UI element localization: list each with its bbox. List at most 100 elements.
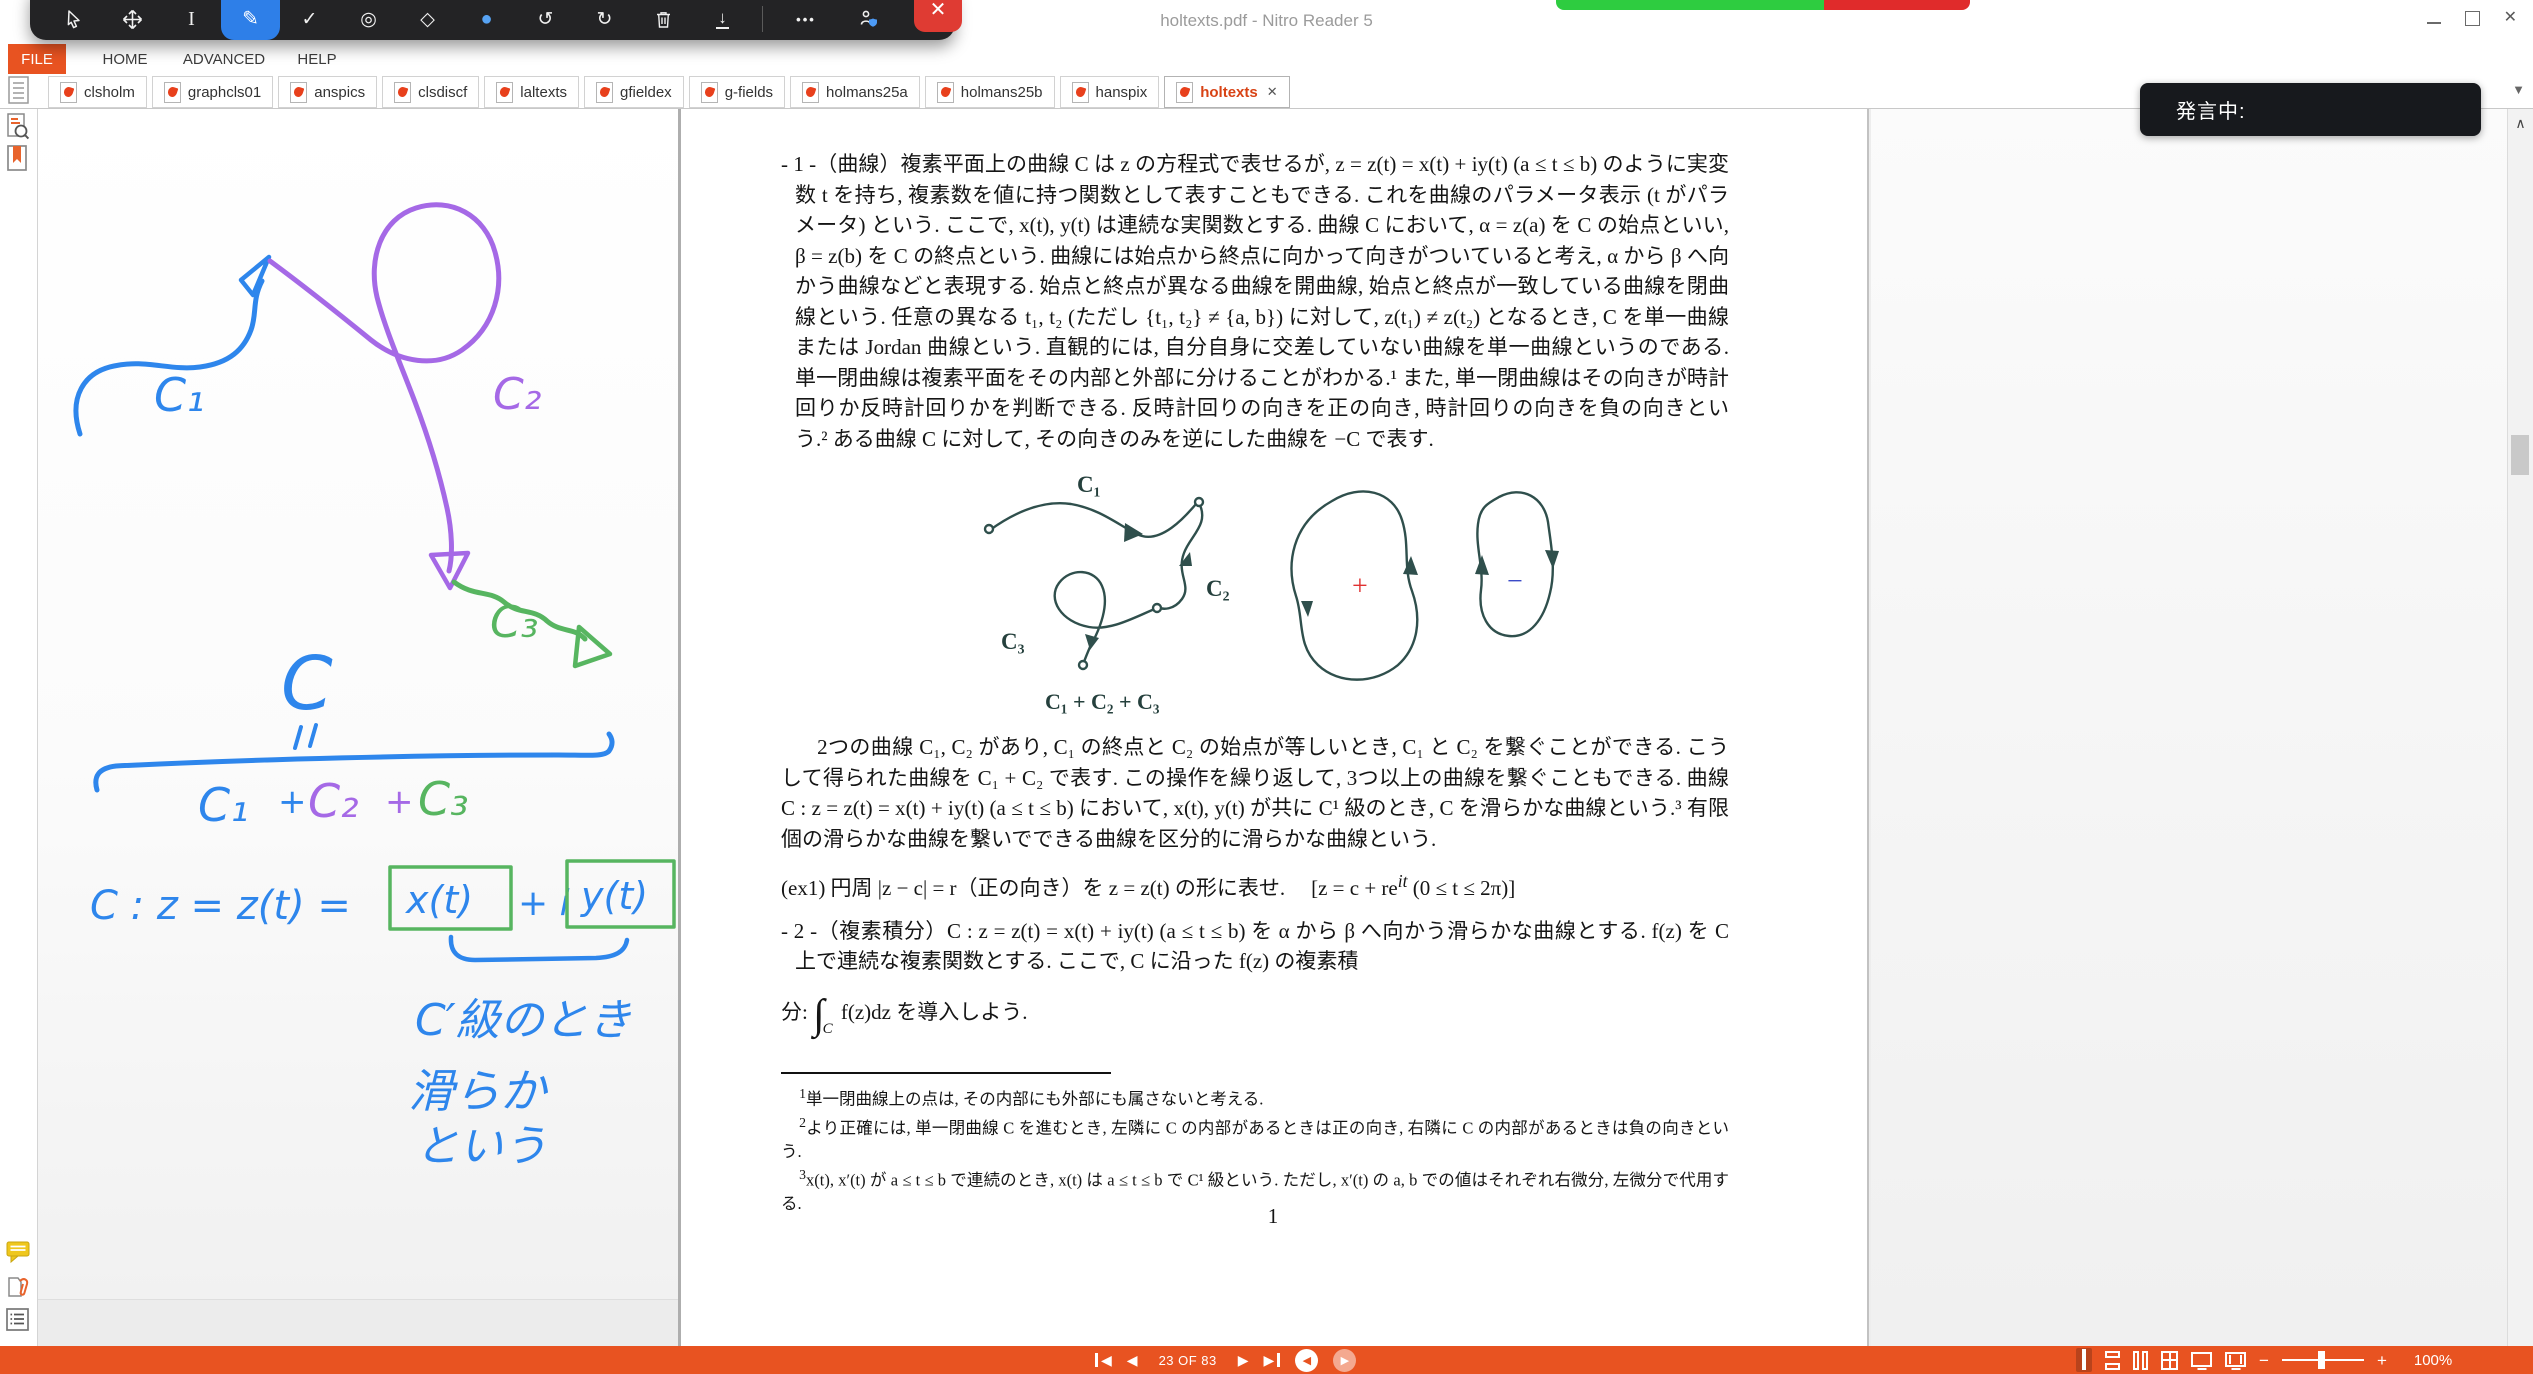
laser-pointer-icon[interactable]: ◎ xyxy=(339,3,398,35)
left-sidebar xyxy=(0,109,38,1346)
continuous-view-button[interactable] xyxy=(2105,1350,2120,1370)
tab-g-fields[interactable]: g-fields xyxy=(688,76,786,108)
blob-arrow-down xyxy=(1301,601,1313,617)
fit-page-button[interactable] xyxy=(2191,1351,2212,1367)
tab-clsdiscf[interactable]: clsdiscf xyxy=(382,76,480,108)
zoom-slider-thumb[interactable] xyxy=(2317,1351,2325,1369)
footnote-rule xyxy=(781,1071,1111,1074)
pdf-file-icon xyxy=(60,81,77,103)
close-button[interactable]: ✕ xyxy=(2504,10,2517,26)
label-formula-plus-i: + i xyxy=(518,883,570,924)
undo-icon[interactable]: ↺ xyxy=(516,3,575,35)
page-number: 1 xyxy=(1267,1204,1279,1228)
redo-icon[interactable]: ↻ xyxy=(575,3,634,35)
figure-caption: C₁ + C₂ + C₃ xyxy=(1045,689,1160,714)
presenter-icon[interactable] xyxy=(839,3,898,35)
list-panel-icon[interactable] xyxy=(6,1308,30,1337)
status-bar: ◀ ◀ 23 OF 83 ▶ ▶ ◀ ▶ − + 100% xyxy=(0,1346,2533,1374)
single-page-icon xyxy=(2082,1349,2086,1370)
label-sum-c1: C₁ xyxy=(198,778,249,832)
eraser-icon[interactable]: ◇ xyxy=(398,3,457,35)
previous-page-button[interactable]: ◀ xyxy=(1127,1353,1138,1367)
figure-arrow-c2 xyxy=(1179,552,1192,566)
whiteboard-canvas[interactable]: C₁ C₂ C₃ C C₁ + C₂ + C₃ C : z = z(t) = x… xyxy=(38,109,678,1299)
menu-help[interactable]: HELP xyxy=(295,44,339,74)
zoom-out-button[interactable]: − xyxy=(2259,1352,2269,1369)
text-tool-icon[interactable]: I xyxy=(162,3,221,35)
tab-clsholm[interactable]: clsholm xyxy=(48,76,147,108)
color-swatch-button[interactable]: ● xyxy=(457,3,516,35)
bookmark-icon[interactable] xyxy=(6,145,30,177)
label-c1: C₁ xyxy=(154,368,205,422)
tab-graphcls01[interactable]: graphcls01 xyxy=(151,76,274,108)
view-single-page-button[interactable] xyxy=(2076,1348,2092,1372)
pdf-file-icon xyxy=(290,81,308,103)
blob2-arrow-down xyxy=(1545,550,1559,569)
endpoint xyxy=(1193,496,1205,508)
facing-pages-button[interactable] xyxy=(2133,1350,2148,1370)
vertical-scrollbar[interactable]: ∧ xyxy=(2507,109,2533,1346)
integral-line: 分: ∫C f(z)dz を導入しよう. xyxy=(781,991,1028,1038)
menu-home[interactable]: HOME xyxy=(99,44,151,74)
tab-anspics[interactable]: anspics xyxy=(278,76,378,108)
figure-label-c1: C₁ xyxy=(1077,472,1101,497)
minimize-button[interactable] xyxy=(2426,22,2441,24)
screenshare-active-bar xyxy=(1556,0,1824,10)
screenshare-indicator xyxy=(1556,0,1970,10)
menu-advanced[interactable]: ADVANCED xyxy=(176,44,272,74)
note-called: という xyxy=(415,1121,547,1172)
check-tool-icon[interactable]: ✓ xyxy=(280,3,339,35)
label-sum-plus2: + xyxy=(385,782,414,822)
pdf-file-icon xyxy=(936,81,954,103)
label-sum-c3: C₃ xyxy=(418,772,469,826)
first-page-button[interactable]: ◀ xyxy=(1095,1353,1112,1367)
pdf-file-icon xyxy=(1071,81,1089,103)
more-options-icon[interactable]: ••• xyxy=(773,3,839,35)
speaking-indicator: 発言中: xyxy=(2140,83,2481,136)
stroke-arrowhead-c3 xyxy=(572,624,613,669)
select-tool-icon[interactable] xyxy=(44,3,103,35)
tab-hanspix[interactable]: hanspix xyxy=(1059,76,1160,108)
zoom-level[interactable]: 100% xyxy=(2414,1352,2452,1369)
grid-view-button[interactable] xyxy=(2161,1350,2178,1370)
pdf-file-icon xyxy=(700,81,718,103)
document-text: - 1 -（曲線）複素平面上の曲線 C は z の方程式で表せるが, z = z… xyxy=(781,149,1729,1216)
zoom-slider[interactable] xyxy=(2281,1351,2364,1369)
comment-icon[interactable] xyxy=(6,1240,32,1269)
tab-holmans25a[interactable]: holmans25a xyxy=(790,76,920,108)
maximize-button[interactable] xyxy=(2464,10,2480,26)
tab-overflow-chevron-icon[interactable]: ▼ xyxy=(2512,82,2525,97)
paragraph-joining-curves: 2つの曲線 C₁, C₂ があり, C₁ の終点と C₂ の始点が等しいとき, … xyxy=(781,735,1729,851)
tab-close-icon[interactable]: ✕ xyxy=(1267,84,1278,100)
move-tool-icon[interactable] xyxy=(103,3,162,35)
tab-holtexts[interactable]: holtexts ✕ xyxy=(1164,76,1290,108)
page-preview-icon[interactable] xyxy=(6,113,32,146)
page-navigation: ◀ ◀ 23 OF 83 ▶ ▶ ◀ ▶ xyxy=(1095,1346,1357,1374)
page-thumbnails-icon[interactable] xyxy=(8,76,29,109)
menu-file[interactable]: FILE xyxy=(8,44,66,74)
tab-gfieldex[interactable]: gfieldex xyxy=(583,76,684,108)
pdf-file-icon xyxy=(802,81,820,103)
fit-width-button[interactable] xyxy=(2225,1351,2246,1367)
history-back-button[interactable]: ◀ xyxy=(1295,1348,1319,1372)
stroke-ditto-marks xyxy=(293,723,318,750)
last-page-button[interactable]: ▶ xyxy=(1264,1353,1281,1367)
label-formula-lhs: C : z = z(t) = xyxy=(90,883,351,929)
next-page-button[interactable]: ▶ xyxy=(1238,1353,1249,1367)
zoom-in-button[interactable]: + xyxy=(2377,1352,2387,1369)
pdf-file-icon xyxy=(163,81,181,103)
pen-tool-button[interactable]: ✎ xyxy=(221,0,280,40)
scroll-up-icon[interactable]: ∧ xyxy=(2508,115,2533,132)
tab-laltexts[interactable]: laltexts xyxy=(484,76,579,108)
save-download-icon[interactable]: ↓ xyxy=(693,3,752,35)
scrollbar-thumb[interactable] xyxy=(2511,435,2529,475)
close-toolbar-button[interactable]: ✕ xyxy=(914,0,962,32)
trash-icon[interactable] xyxy=(634,3,693,35)
screenshare-stop-bar[interactable] xyxy=(1824,0,1970,10)
tab-holmans25b[interactable]: holmans25b xyxy=(924,76,1055,108)
history-forward-button[interactable]: ▶ xyxy=(1333,1348,1357,1372)
page-indicator[interactable]: 23 OF 83 xyxy=(1159,1353,1217,1368)
blob-arrow-up xyxy=(1403,556,1418,575)
note-c1-class: C′級のとき xyxy=(415,995,632,1046)
attachment-icon[interactable] xyxy=(6,1274,32,1305)
